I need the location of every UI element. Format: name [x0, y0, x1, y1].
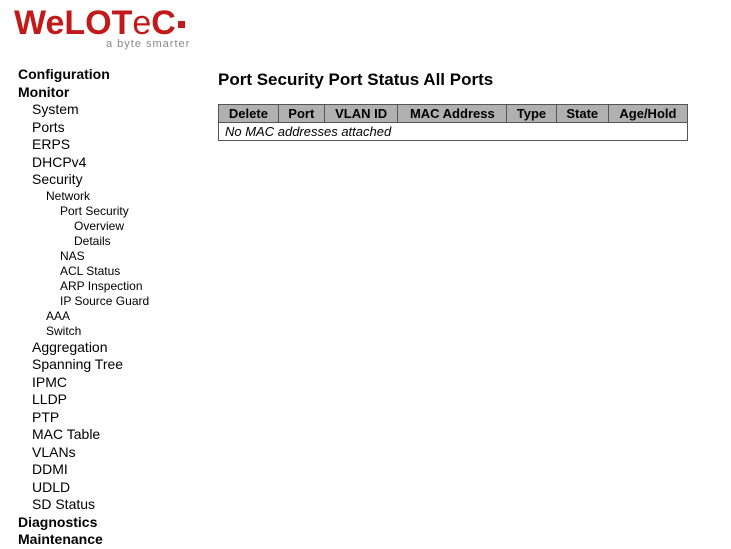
logo-dot-icon	[178, 21, 185, 28]
table-empty-row: No MAC addresses attached	[219, 123, 688, 141]
col-state: State	[556, 105, 608, 123]
nav-udld[interactable]: UDLD	[32, 479, 218, 497]
nav-arp-inspection[interactable]: ARP Inspection	[60, 279, 218, 294]
col-port: Port	[278, 105, 324, 123]
nav-configuration[interactable]: Configuration	[18, 66, 218, 84]
nav-network[interactable]: Network	[46, 189, 218, 204]
nav-ip-source-guard[interactable]: IP Source Guard	[60, 294, 218, 309]
sidebar-nav: Configuration Monitor System Ports ERPS …	[0, 66, 218, 549]
nav-diagnostics[interactable]: Diagnostics	[18, 514, 218, 532]
nav-nas[interactable]: NAS	[60, 249, 218, 264]
nav-ports[interactable]: Ports	[32, 119, 218, 137]
body: Configuration Monitor System Ports ERPS …	[0, 52, 731, 549]
nav-switch[interactable]: Switch	[46, 324, 218, 339]
nav-port-security[interactable]: Port Security	[60, 204, 218, 219]
nav-overview[interactable]: Overview	[74, 219, 218, 234]
col-age-hold: Age/Hold	[608, 105, 687, 123]
nav-ddmi[interactable]: DDMI	[32, 461, 218, 479]
nav-dhcpv4[interactable]: DHCPv4	[32, 154, 218, 172]
nav-spanning-tree[interactable]: Spanning Tree	[32, 356, 218, 374]
nav-maintenance[interactable]: Maintenance	[18, 531, 218, 549]
col-type: Type	[507, 105, 557, 123]
page-title: Port Security Port Status All Ports	[218, 70, 711, 90]
nav-system[interactable]: System	[32, 101, 218, 119]
nav-aggregation[interactable]: Aggregation	[32, 339, 218, 357]
col-delete: Delete	[219, 105, 279, 123]
col-vlan-id: VLAN ID	[324, 105, 398, 123]
col-mac: MAC Address	[398, 105, 507, 123]
nav-aaa[interactable]: AAA	[46, 309, 218, 324]
empty-message: No MAC addresses attached	[219, 123, 688, 141]
table-header-row: Delete Port VLAN ID MAC Address Type Sta…	[219, 105, 688, 123]
nav-vlans[interactable]: VLANs	[32, 444, 218, 462]
port-security-table: Delete Port VLAN ID MAC Address Type Sta…	[218, 104, 688, 141]
nav-security[interactable]: Security	[32, 171, 218, 189]
nav-ipmc[interactable]: IPMC	[32, 374, 218, 392]
main-content: Port Security Port Status All Ports Dele…	[218, 66, 731, 141]
nav-erps[interactable]: ERPS	[32, 136, 218, 154]
header: WeLOTeC a byte smarter	[0, 0, 731, 52]
logo-tagline: a byte smarter	[106, 38, 721, 50]
nav-ptp[interactable]: PTP	[32, 409, 218, 427]
nav-acl-status[interactable]: ACL Status	[60, 264, 218, 279]
logo: WeLOTeC	[14, 6, 721, 40]
nav-mac-table[interactable]: MAC Table	[32, 426, 218, 444]
nav-sd-status[interactable]: SD Status	[32, 496, 218, 514]
nav-lldp[interactable]: LLDP	[32, 391, 218, 409]
nav-monitor[interactable]: Monitor	[18, 84, 218, 102]
nav-details[interactable]: Details	[74, 234, 218, 249]
